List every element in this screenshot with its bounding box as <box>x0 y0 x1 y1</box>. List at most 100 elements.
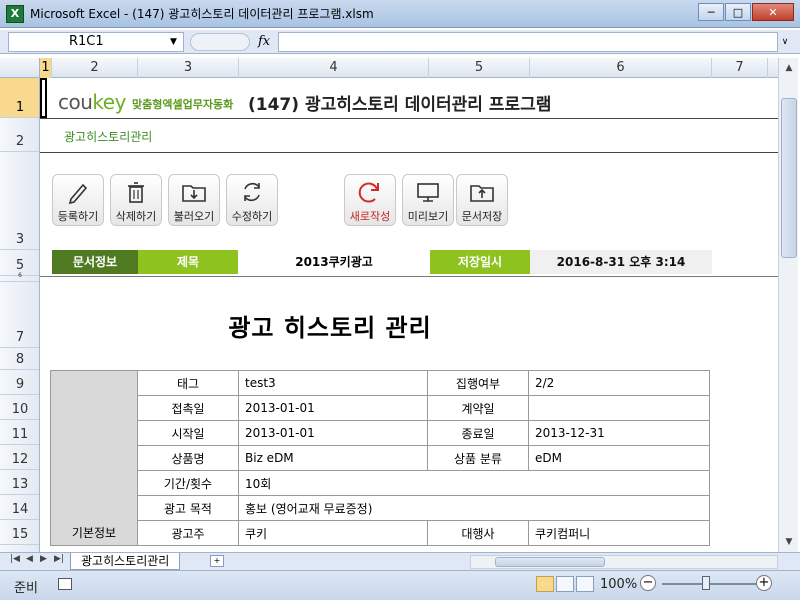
preview-button[interactable]: 미리보기 <box>402 174 454 226</box>
field-value[interactable]: eDM <box>528 445 710 471</box>
row-header[interactable]: 14 <box>0 495 39 520</box>
field-value[interactable]: 10회 <box>238 470 710 496</box>
logo-tagline: 맞춤형엑셀업무자동화 <box>132 98 234 111</box>
worksheet-grid[interactable]: coukey 맞춤형엑셀업무자동화 (147) 광고히스토리 데이터관리 프로그… <box>40 78 778 552</box>
field-label: 집행여부 <box>427 370 529 396</box>
row-header[interactable]: 1 <box>0 78 39 118</box>
row-header[interactable]: 2 <box>0 118 39 152</box>
table-row: 광고 목적 홍보 (영어교재 무료증정) <box>51 495 710 521</box>
row-header[interactable]: 15 <box>0 520 39 545</box>
row-header-column: 1 2 3 5 6 7 8 9 10 11 12 13 14 15 <box>0 78 40 552</box>
info-table: 기본정보 태그 test3 집행여부 2/2 접촉일 2013-01-01 계약… <box>50 370 710 546</box>
column-header-7[interactable]: 7 <box>712 58 768 78</box>
vertical-scroll-thumb[interactable] <box>781 98 797 258</box>
page-break-view-icon[interactable] <box>576 576 594 592</box>
folder-download-icon <box>182 185 206 202</box>
row-header[interactable]: 8 <box>0 348 39 370</box>
divider <box>40 118 778 119</box>
edit-button-label: 수정하기 <box>231 210 273 223</box>
insert-sheet-icon[interactable]: + <box>210 555 224 567</box>
load-button[interactable]: 불러오기 <box>168 174 220 226</box>
row-header[interactable]: 13 <box>0 470 39 495</box>
trash-icon <box>128 182 144 203</box>
prev-sheet-icon[interactable]: ◀ <box>26 554 33 564</box>
column-header-2[interactable]: 2 <box>52 58 138 78</box>
last-sheet-icon[interactable]: ▶| <box>54 554 64 564</box>
row-header[interactable]: 3 <box>0 152 39 250</box>
field-value[interactable]: test3 <box>238 370 428 396</box>
first-sheet-icon[interactable]: |◀ <box>10 554 20 564</box>
sheet-tab-active[interactable]: 광고히스토리관리 <box>70 553 181 570</box>
horizontal-scroll-thumb[interactable] <box>495 557 605 567</box>
row-header[interactable]: 12 <box>0 445 39 470</box>
select-all-corner[interactable] <box>0 58 40 78</box>
row-header[interactable]: 7 <box>0 282 39 348</box>
field-value[interactable]: 2013-01-01 <box>238 395 428 421</box>
field-label: 상품명 <box>137 445 239 471</box>
formula-bar: R1C1 ▼ fx ∨ <box>0 30 800 54</box>
maximize-button[interactable]: □ <box>725 3 751 21</box>
form-heading: 광고 히스토리 관리 <box>228 314 432 342</box>
field-value[interactable]: Biz eDM <box>238 445 428 471</box>
field-value[interactable]: 쿠키컴퍼니 <box>528 520 710 546</box>
table-row: 상품명 Biz eDM 상품 분류 eDM <box>51 445 710 471</box>
chevron-down-icon[interactable]: ▼ <box>170 37 177 47</box>
row-header[interactable]: 10 <box>0 395 39 420</box>
folder-upload-icon <box>470 185 494 202</box>
insert-function-button[interactable]: fx <box>258 34 270 49</box>
name-box[interactable]: R1C1 <box>8 32 184 52</box>
column-header-6[interactable]: 6 <box>530 58 712 78</box>
delete-button[interactable]: 삭제하기 <box>110 174 162 226</box>
excel-icon[interactable]: X <box>6 4 24 23</box>
field-value[interactable]: 홍보 (영어교재 무료증정) <box>238 495 710 521</box>
zoom-slider-thumb[interactable] <box>702 576 710 590</box>
table-row: 시작일 2013-01-01 종료일 2013-12-31 <box>51 420 710 446</box>
field-value[interactable] <box>528 395 710 421</box>
field-value[interactable]: 2013-01-01 <box>238 420 428 446</box>
logo-text-key: key <box>92 90 126 114</box>
field-value[interactable]: 2013-12-31 <box>528 420 710 446</box>
formula-bar-handle[interactable] <box>190 33 250 51</box>
row-header[interactable]: 11 <box>0 420 39 445</box>
table-row: 접촉일 2013-01-01 계약일 <box>51 395 710 421</box>
preview-button-label: 미리보기 <box>407 210 449 223</box>
register-button[interactable]: 등록하기 <box>52 174 104 226</box>
scroll-up-icon[interactable]: ▲ <box>779 60 799 76</box>
doc-title-value[interactable]: 2013쿠키광고 <box>238 250 430 274</box>
column-header-4[interactable]: 4 <box>239 58 429 78</box>
formula-input[interactable] <box>278 32 778 52</box>
field-value[interactable]: 쿠키 <box>238 520 428 546</box>
close-button[interactable]: ✕ <box>752 3 794 21</box>
table-row: 기간/횟수 10회 <box>51 470 710 496</box>
field-value[interactable]: 2/2 <box>528 370 710 396</box>
sheet-subtitle: 광고히스토리관리 <box>64 130 153 144</box>
normal-view-icon[interactable] <box>536 576 554 592</box>
vertical-scrollbar[interactable]: ▲ ▼ <box>778 58 798 552</box>
scroll-down-icon[interactable]: ▼ <box>779 534 799 550</box>
zoom-level[interactable]: 100% <box>600 577 637 592</box>
save-document-button[interactable]: 문서저장 <box>456 174 508 226</box>
field-label: 시작일 <box>137 420 239 446</box>
expand-formula-bar-icon[interactable]: ∨ <box>778 32 792 52</box>
zoom-out-icon[interactable]: − <box>640 575 656 591</box>
page-layout-view-icon[interactable] <box>556 576 574 592</box>
new-document-button[interactable]: 새로작성 <box>344 174 396 226</box>
horizontal-scrollbar[interactable] <box>470 555 778 569</box>
field-label: 접촉일 <box>137 395 239 421</box>
column-header-5[interactable]: 5 <box>429 58 530 78</box>
column-header-3[interactable]: 3 <box>138 58 239 78</box>
row-header[interactable]: 9 <box>0 370 39 395</box>
status-bar: 준비 100% − + <box>0 570 800 600</box>
field-label: 광고 목적 <box>137 495 239 521</box>
status-ready: 준비 <box>14 581 38 596</box>
field-label: 광고주 <box>137 520 239 546</box>
macro-record-icon[interactable] <box>58 578 72 590</box>
column-header-1[interactable]: 1 <box>40 58 52 78</box>
next-sheet-icon[interactable]: ▶ <box>40 554 47 564</box>
minimize-button[interactable]: ─ <box>698 3 724 21</box>
edit-button[interactable]: 수정하기 <box>226 174 278 226</box>
field-label: 태그 <box>137 370 239 396</box>
zoom-in-icon[interactable]: + <box>756 575 772 591</box>
load-button-label: 불러오기 <box>173 210 215 223</box>
table-row: 기본정보 태그 test3 집행여부 2/2 <box>50 370 710 546</box>
